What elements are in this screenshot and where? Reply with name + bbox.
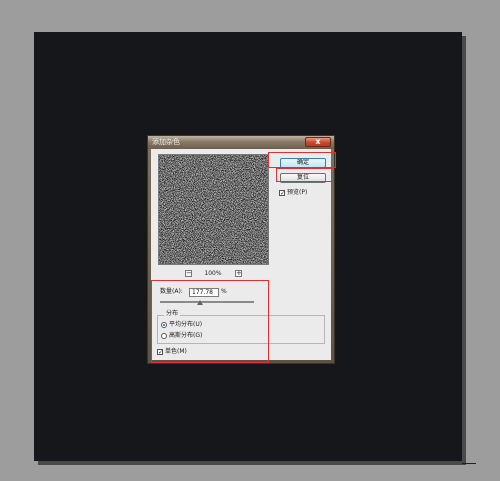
dialog-titlebar[interactable]: 添加杂色 x (148, 136, 334, 149)
canvas-corner-mark (462, 463, 476, 464)
amount-slider[interactable] (160, 301, 254, 303)
zoom-in-button[interactable]: + (235, 270, 242, 277)
ok-button[interactable]: 确定 (280, 158, 326, 168)
gaussian-label[interactable]: 高斯分布(G) (169, 332, 202, 340)
amount-slider-thumb[interactable] (197, 300, 203, 305)
close-button[interactable]: x (305, 137, 331, 147)
monochromatic-checkbox[interactable]: ✓ (157, 349, 164, 356)
amount-label: 数量(A): (160, 288, 183, 295)
distribution-legend: 分布 (164, 310, 181, 318)
amount-input[interactable]: 177.78 (189, 288, 219, 297)
amount-unit: % (221, 288, 227, 295)
canvas-shadow-right (462, 36, 466, 465)
zoom-controls: − 100% + (148, 270, 280, 279)
preview-label[interactable]: 预览(P) (287, 189, 307, 197)
zoom-level: 100% (204, 270, 222, 277)
uniform-label[interactable]: 平均分布(U) (169, 321, 202, 329)
reset-button[interactable]: 复位 (280, 173, 326, 183)
monochromatic-label[interactable]: 单色(M) (165, 348, 187, 356)
preview-checkbox[interactable]: ✓ (279, 190, 286, 197)
dialog-frame-right (331, 149, 334, 363)
gaussian-radio[interactable] (161, 333, 167, 339)
close-icon: x (315, 137, 321, 146)
dialog-frame-left (148, 149, 151, 363)
canvas-shadow-bottom (38, 461, 466, 465)
amount-value: 177.78 (192, 289, 213, 296)
minus-icon: − (186, 269, 192, 277)
noise-preview[interactable] (158, 154, 269, 265)
check-icon: ✓ (158, 349, 164, 356)
add-noise-dialog: 添加杂色 x − 100% + 确定 复位 ✓ 预览(P) 数量(A): 177… (147, 135, 335, 364)
dialog-title: 添加杂色 (152, 138, 180, 146)
plus-icon: + (236, 269, 242, 277)
uniform-radio[interactable] (161, 322, 167, 328)
dialog-frame-bottom (148, 360, 334, 363)
check-icon: ✓ (280, 190, 286, 197)
noise-preview-image (159, 155, 268, 264)
zoom-out-button[interactable]: − (185, 270, 192, 277)
